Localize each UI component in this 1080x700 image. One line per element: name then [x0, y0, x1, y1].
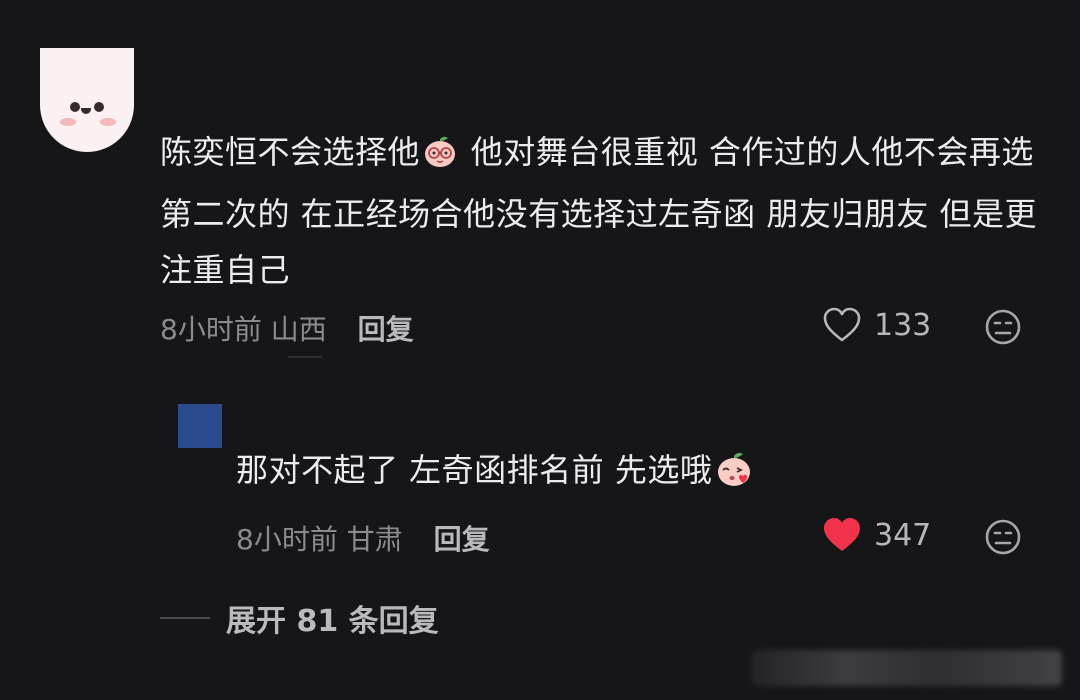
avatar-blush-left	[60, 118, 76, 126]
comment-body[interactable]: 陈奕恒不会选择他 他对舞台很重视 合作过的人他不会再选第二次的 在正经场合他没有…	[160, 124, 1040, 298]
reply-time: 8小时前	[236, 523, 338, 556]
reply-reply-button[interactable]: 回复	[434, 523, 490, 556]
reply-text: 那对不起了 左奇函排名前 先选哦	[236, 451, 713, 489]
expand-replies-label: 展开 81 条回复	[226, 604, 439, 639]
comment-thread: 陈奕恒不会选择他 他对舞台很重视 合作过的人他不会再选第二次的 在正经场合他没有…	[0, 0, 1080, 700]
avatar-ear-left	[40, 138, 54, 152]
blurred-watermark	[752, 650, 1062, 686]
comment-time: 8小时前	[160, 313, 262, 346]
reply-meta: 8小时前 甘肃 回复	[236, 518, 490, 558]
comment-location: 山西	[270, 313, 327, 346]
avatar-eye-left	[70, 102, 80, 112]
expand-replies-button[interactable]: 展开 81 条回复	[160, 596, 439, 640]
reply-avatar[interactable]	[178, 404, 222, 448]
divider	[288, 356, 322, 358]
comment-like-count: 133	[874, 307, 932, 343]
reply-like-button[interactable]: 347	[822, 516, 931, 554]
dislike-face-icon[interactable]	[984, 308, 1022, 346]
dislike-face-icon[interactable]	[984, 518, 1022, 556]
reply-like-count: 347	[874, 517, 932, 553]
avatar-mouth	[81, 108, 91, 114]
comment-like-button[interactable]: 133	[822, 306, 931, 344]
expand-line	[160, 617, 210, 619]
comment-meta: 8小时前 山西 回复	[160, 308, 414, 348]
peach-doll-kiss-emoji	[714, 449, 754, 506]
peach-doll-glasses-emoji	[422, 130, 458, 186]
reply-body[interactable]: 那对不起了 左奇函排名前 先选哦	[236, 442, 754, 506]
avatar-ear-right	[120, 138, 134, 152]
heart-outline-icon	[823, 307, 861, 342]
heart-filled-icon	[824, 518, 860, 551]
comment-avatar[interactable]	[40, 48, 134, 152]
reply-location: 甘肃	[346, 523, 403, 556]
avatar-blush-right	[100, 118, 116, 126]
avatar-eye-right	[94, 102, 104, 112]
comment-reply-button[interactable]: 回复	[358, 313, 414, 346]
comment-text-part1: 陈奕恒不会选择他	[160, 133, 421, 171]
